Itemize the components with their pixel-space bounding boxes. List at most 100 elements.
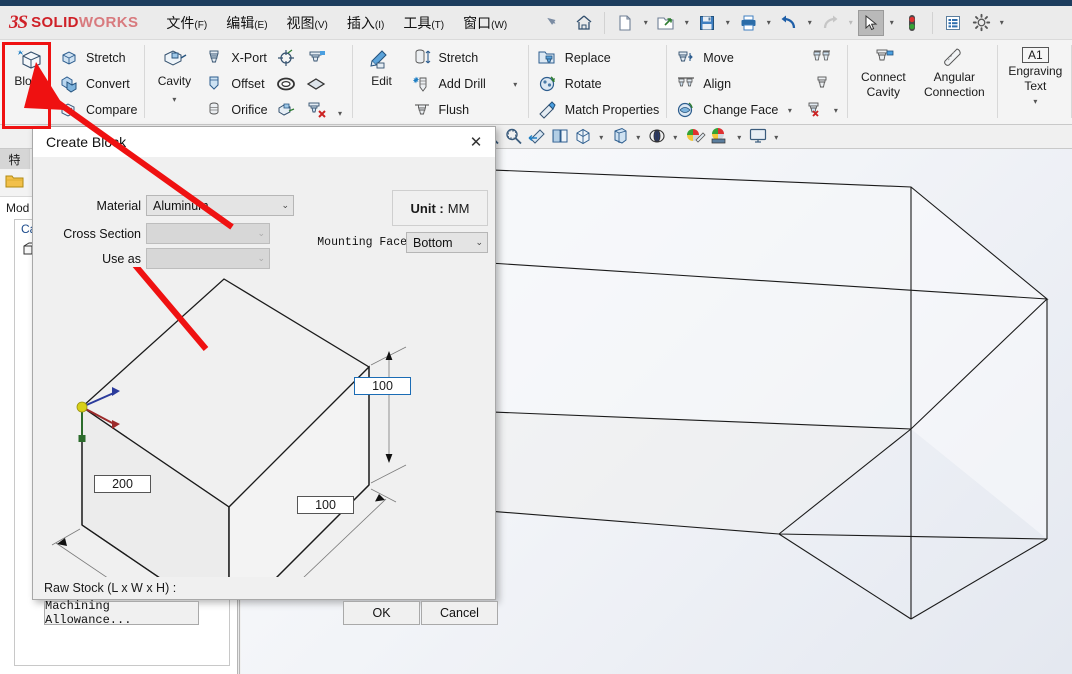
change-face-icon	[675, 100, 697, 120]
diamond-icon[interactable]	[302, 71, 330, 97]
scene-dropdown[interactable]: ▾	[734, 133, 745, 142]
mounting-face-value: Bottom	[413, 235, 453, 250]
ribbon-item-flush[interactable]: Flush	[407, 97, 525, 123]
menu-item-edit[interactable]: 编辑(E)	[226, 13, 267, 33]
cavity-group-dropdown[interactable]: ▾	[335, 109, 346, 118]
cavity-dropdown-arrow[interactable]: ▾	[172, 95, 176, 104]
replace-icon	[537, 48, 559, 68]
add-drill-dropdown[interactable]: ▾	[510, 80, 521, 89]
cavity-button[interactable]: Cavity ▾	[149, 43, 199, 104]
zoom-previous-icon[interactable]	[527, 127, 547, 148]
ribbon-item-orifice[interactable]: Orifice	[199, 97, 271, 123]
menu-item-view[interactable]: 视图(V)	[287, 13, 328, 33]
display-style-icon[interactable]	[610, 127, 630, 148]
viewport-dropdown[interactable]: ▾	[771, 133, 782, 142]
home-icon[interactable]	[571, 10, 597, 36]
delete-cavity-icon[interactable]: ▾	[799, 97, 844, 123]
select-dropdown[interactable]: ▾	[886, 18, 897, 27]
undo-icon[interactable]	[776, 10, 802, 36]
gear-dropdown[interactable]: ▾	[996, 18, 1007, 27]
edit-button[interactable]: Edit	[357, 43, 407, 88]
save-icon[interactable]	[694, 10, 720, 36]
machining-allowance-button[interactable]: Machining Allowance...	[44, 599, 199, 627]
hide-show-dropdown[interactable]: ▾	[670, 133, 681, 142]
close-icon[interactable]: ✕	[463, 130, 489, 154]
ribbon-item-change-face[interactable]: Change Face ▾	[671, 97, 799, 123]
scene-icon[interactable]	[709, 127, 731, 148]
use-as-select[interactable]: ⌄	[146, 248, 270, 269]
display-style-dropdown[interactable]: ▾	[633, 133, 644, 142]
gear-icon[interactable]	[968, 10, 994, 36]
appearances-icon[interactable]	[684, 127, 706, 148]
delete-cavity-dropdown[interactable]: ▾	[830, 106, 841, 115]
cross-section-label: Cross Section	[63, 227, 141, 241]
folder-icon[interactable]	[4, 172, 26, 193]
traffic-light-icon[interactable]	[899, 10, 925, 36]
options-list-icon[interactable]	[940, 10, 966, 36]
hide-show-icon[interactable]	[647, 127, 667, 148]
ribbon-item-move[interactable]: Move	[671, 45, 799, 71]
view-orientation-dropdown[interactable]: ▾	[596, 133, 607, 142]
print-dropdown[interactable]: ▾	[763, 18, 774, 27]
cavity-sub-icon[interactable]	[302, 97, 330, 123]
material-select[interactable]: Aluminum ⌄	[146, 195, 294, 216]
ring-icon[interactable]	[272, 71, 300, 97]
open-folder-icon[interactable]	[653, 10, 679, 36]
length-dimension-value[interactable]: 200	[94, 475, 151, 493]
ribbon-label: X-Port	[231, 51, 267, 65]
mounting-face-select[interactable]: Bottom ⌄	[406, 232, 488, 253]
width-dimension-value[interactable]: 100	[297, 496, 354, 514]
ribbon-item-rotate[interactable]: Rotate	[533, 71, 663, 97]
dialog-title: Create Block	[46, 134, 127, 150]
ribbon-item-stretch-cavity[interactable]: Stretch	[407, 45, 525, 71]
feature-manager-tab[interactable]: 特	[0, 149, 30, 169]
new-document-icon[interactable]	[612, 10, 638, 36]
section-view-icon[interactable]	[550, 127, 570, 148]
cavity-top-icon[interactable]	[302, 45, 330, 71]
twin-cavity-icon[interactable]	[799, 45, 844, 71]
connect-cavity-button[interactable]: Connect Cavity	[852, 43, 914, 99]
ribbon-item-align[interactable]: Align	[671, 71, 799, 97]
cancel-button[interactable]: Cancel	[421, 601, 498, 625]
redo-dropdown[interactable]: ▾	[845, 18, 856, 27]
save-dropdown[interactable]: ▾	[722, 18, 733, 27]
ribbon-item-match-properties[interactable]: Match Properties	[533, 97, 663, 123]
ribbon-item-compare-block[interactable]: ? Compare	[54, 97, 141, 123]
zoom-area-icon[interactable]	[504, 127, 524, 148]
ribbon-item-offset[interactable]: Offset	[199, 71, 271, 97]
cross-section-select[interactable]: ⌄	[146, 223, 270, 244]
ribbon-group-engraving: A1 Engraving Text ▾	[997, 40, 1072, 124]
ribbon-item-replace[interactable]: Replace	[533, 45, 663, 71]
pin-icon[interactable]	[538, 10, 561, 34]
menu-item-insert[interactable]: 插入(I)	[347, 13, 384, 33]
viewport-icon[interactable]	[748, 127, 768, 148]
ribbon-item-xport[interactable]: X-Port	[199, 45, 271, 71]
new-document-dropdown[interactable]: ▾	[640, 18, 651, 27]
engraving-dropdown[interactable]: ▾	[1030, 97, 1041, 106]
ribbon-group-edit: Edit Stretch Add Drill ▾ Flush	[351, 40, 529, 124]
ok-button[interactable]: OK	[343, 601, 420, 625]
create-block-dialog[interactable]: Create Block ✕ Material Aluminum ⌄ Cross…	[32, 126, 498, 648]
select-arrow-icon[interactable]	[858, 9, 885, 36]
change-face-dropdown[interactable]: ▾	[784, 106, 795, 115]
target-cavity-icon[interactable]	[272, 45, 300, 71]
view-orientation-icon[interactable]	[573, 127, 593, 148]
engraving-text-button[interactable]: A1 Engraving Text ▾	[1002, 43, 1068, 106]
ribbon-item-convert-block[interactable]: Convert	[54, 71, 141, 97]
menu-item-tools[interactable]: 工具(T)	[403, 13, 444, 33]
redo-icon[interactable]	[817, 10, 843, 36]
menu-item-window[interactable]: 窗口(W)	[463, 13, 507, 33]
menu-item-file[interactable]: 文件(F)	[166, 13, 207, 33]
print-icon[interactable]	[735, 10, 761, 36]
open-dropdown[interactable]: ▾	[681, 18, 692, 27]
undo-dropdown[interactable]: ▾	[804, 18, 815, 27]
ribbon-item-add-drill[interactable]: Add Drill ▾	[407, 71, 525, 97]
angular-connection-button[interactable]: Angular Connection	[914, 43, 994, 99]
ribbon-group-modify: Replace Rotate Match Properties	[527, 40, 667, 124]
ribbon-item-stretch-block[interactable]: Stretch	[54, 45, 141, 71]
cavity-add-icon[interactable]	[272, 97, 300, 123]
single-cavity-icon[interactable]	[799, 71, 844, 97]
ribbon-label: Orifice	[231, 103, 268, 117]
ribbon-group-connect: Connect Cavity Angular Connection	[847, 40, 998, 124]
height-dimension-value[interactable]: 100	[354, 377, 411, 395]
